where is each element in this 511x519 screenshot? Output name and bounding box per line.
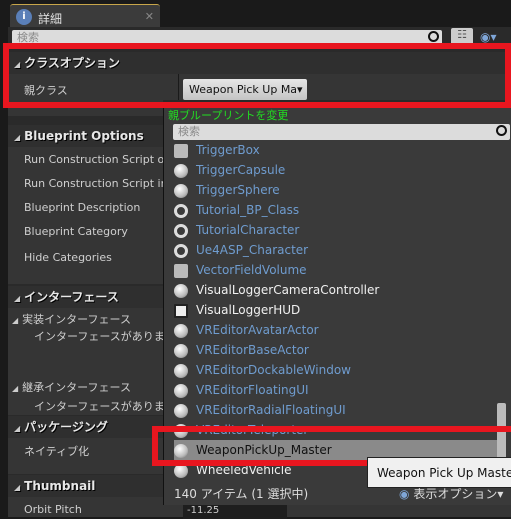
class-list-item[interactable]: TriggerCapsule [174,160,499,180]
class-list-item[interactable]: TriggerBox [174,140,499,160]
item-label: Ue4ASP_Character [196,243,309,257]
no-interfaces-text: インターフェースがありませ [34,400,163,413]
header-label: Blueprint Options [24,129,144,143]
item-label: VectorFieldVolume [196,263,307,277]
class-list-item[interactable]: VREditorRadialFloatingUI [174,400,499,420]
bp-option-row: Run Construction Script on [24,153,163,166]
trigger-box-icon [174,143,188,158]
bp-option-row: Hide Categories [24,251,112,264]
hud-icon [174,303,188,318]
blueprint-ring-icon [174,203,188,218]
search-icon [428,31,439,42]
actor-ball-icon [174,343,188,358]
item-label: VisualLoggerHUD [196,303,301,317]
details-tab[interactable]: i 詳細 ✕ [10,4,160,28]
search-placeholder: 検索 [17,31,39,44]
picker-title: 親ブループリントを変更 [168,109,289,122]
item-label: VREditorDockableWindow [196,363,351,377]
no-interfaces-text: インターフェースがありませ [34,330,163,343]
tooltip: Weapon Pick Up Master [367,457,511,488]
bp-option-row: Run Construction Script in S [24,177,163,190]
blueprint-ring-icon [174,223,188,238]
header-label: Thumbnail [24,479,96,493]
camera-controller-icon [174,283,188,298]
chevron-down-icon: ▾ [297,83,303,96]
header-label: クラスオプション [24,56,120,70]
blueprint-ring-icon [174,243,188,258]
picker-search-input[interactable]: 検索 [173,124,510,140]
search-input[interactable]: 検索 [12,30,442,46]
item-label: Tutorial_BP_Class [196,203,300,217]
class-list-item[interactable]: VREditorBaseActor [174,340,499,360]
bp-option-row: Blueprint Category [24,225,128,238]
bp-option-row: Blueprint Description [24,201,141,214]
class-list-item[interactable]: VREditorAvatarActor [174,320,499,340]
item-label: VREditorFloatingUI [196,383,309,397]
class-list-item[interactable]: VisualLoggerHUD [174,300,499,320]
item-count: 140 アイテム (1 選択中) [174,487,309,501]
vector-field-icon [174,263,188,278]
header-label: インターフェース [24,290,119,304]
header-label: パッケージング [24,420,108,434]
item-label: TriggerSphere [196,183,280,197]
class-list-item[interactable]: VREditorTeleporter [174,420,499,440]
class-options-header[interactable]: ◢ クラスオプション [8,52,511,74]
close-icon[interactable]: ✕ [145,10,154,23]
packaging-header[interactable]: ◢ パッケージング [8,416,163,438]
class-list-item[interactable]: VectorFieldVolume [174,260,499,280]
orbit-pitch-label: Orbit Pitch [24,503,82,516]
item-label: WeaponPickUp_Master [196,443,332,457]
label: 継承インターフェース [22,381,131,394]
parent-class-label: 親クラス [24,84,68,97]
item-label: TriggerCapsule [196,163,286,177]
actor-ball-icon [174,323,188,338]
item-label: VisualLoggerCameraController [196,283,380,297]
eye-icon: ◉ [399,487,410,501]
parent-class-dropdown[interactable]: Weapon Pick Up Ma▾ [183,79,307,100]
actor-ball-icon [174,403,188,418]
blueprint-options-header[interactable]: ◢ Blueprint Options [8,125,163,147]
parent-class-value: Weapon Pick Up Ma [189,83,298,96]
item-label: TriggerBox [196,143,260,157]
search-placeholder: 検索 [178,125,200,138]
item-label: VREditorAvatarActor [196,323,319,337]
thumbnail-header[interactable]: ◢ Thumbnail [8,475,163,497]
nativize-label: ネイティブ化 [24,445,90,458]
info-icon: i [16,9,32,25]
view-options-label: 表示オプション [413,487,498,501]
trigger-capsule-icon [174,163,188,178]
item-label: VREditorTeleporter [196,423,309,437]
class-list-item[interactable]: Ue4ASP_Character [174,240,499,260]
grid-view-button[interactable]: ☷ [451,28,473,45]
class-list-item[interactable]: TutorialCharacter [174,220,499,240]
class-list-item[interactable]: VREditorFloatingUI [174,380,499,400]
interfaces-header[interactable]: ◢ インターフェース [8,286,163,308]
class-list-item[interactable]: Tutorial_BP_Class [174,200,499,220]
label: 実装インターフェース [22,313,131,326]
actor-ball-icon [174,383,188,398]
actor-ball-icon [174,423,188,438]
tab-title: 詳細 [38,12,63,26]
class-list-item[interactable]: TriggerSphere [174,180,499,200]
item-label: VREditorRadialFloatingUI [196,403,346,417]
wheeled-vehicle-icon [174,463,188,478]
eye-icon[interactable]: ◉▾ [480,30,497,44]
trigger-sphere-icon [174,183,188,198]
inherited-interfaces[interactable]: ◢ 継承インターフェース [12,379,131,395]
parent-class-picker: 親ブループリントを変更 検索 TriggerBox TriggerCapsule T… [163,105,511,505]
search-icon [496,125,507,136]
implemented-interfaces[interactable]: ◢ 実装インターフェース [12,311,131,327]
item-label: WheeledVehicle [196,463,292,477]
class-list-item[interactable]: VisualLoggerCameraController [174,280,499,300]
actor-ball-icon [174,363,188,378]
item-label: TutorialCharacter [196,223,300,237]
actor-ball-icon [174,443,188,458]
item-label: VREditorBaseActor [196,343,309,357]
class-list-item[interactable]: VREditorDockableWindow [174,360,499,380]
